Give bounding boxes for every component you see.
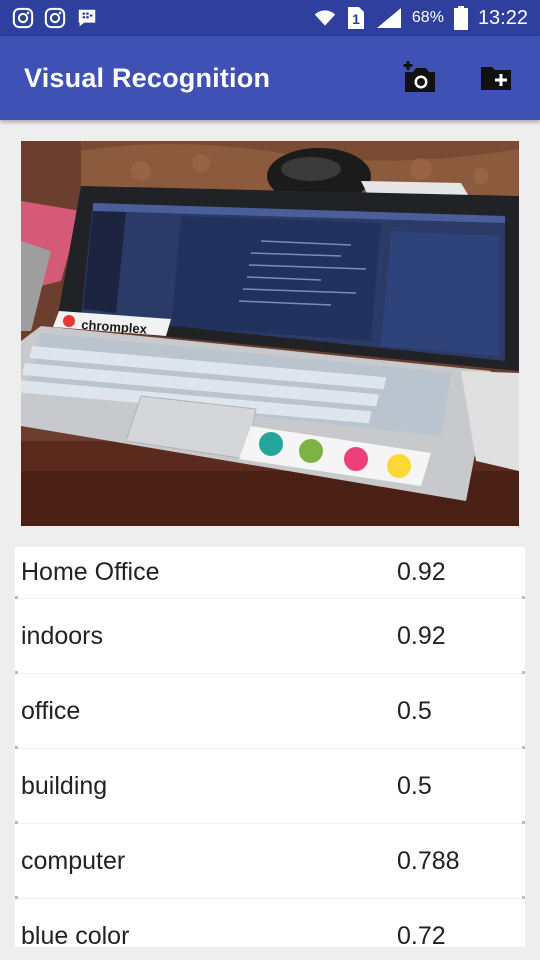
result-label: office — [21, 696, 81, 725]
camera-button[interactable] — [400, 58, 440, 98]
result-score: 0.5 — [397, 696, 432, 725]
sim-number: 1 — [352, 11, 360, 27]
bbm-icon — [76, 7, 98, 29]
app-title: Visual Recognition — [24, 62, 271, 93]
result-score: 0.72 — [397, 921, 446, 948]
result-score: 0.788 — [397, 846, 460, 875]
result-score: 0.5 — [397, 771, 432, 800]
list-item[interactable]: indoors 0.92 — [15, 599, 525, 674]
camera-icon — [403, 61, 435, 92]
status-bar: 1 68% 13:22 — [0, 0, 540, 36]
battery-percent: 68% — [411, 9, 444, 26]
wifi-icon — [314, 7, 336, 29]
result-label: Home Office — [21, 558, 160, 586]
result-label: indoors — [21, 621, 103, 650]
list-item[interactable]: blue color 0.72 — [15, 899, 525, 948]
result-score: 0.92 — [397, 621, 446, 650]
list-item[interactable]: office 0.5 — [15, 674, 525, 749]
signal-icon — [376, 7, 402, 29]
results-list[interactable]: Home Office 0.92 indoors 0.92 office 0.5… — [15, 547, 525, 947]
battery-icon — [453, 6, 468, 30]
add-folder-button[interactable] — [476, 58, 516, 98]
list-item[interactable]: building 0.5 — [15, 749, 525, 824]
sim-icon: 1 — [346, 7, 366, 29]
result-label: computer — [21, 846, 126, 875]
result-label: building — [21, 771, 108, 800]
instagram-icon — [12, 7, 34, 29]
list-item[interactable]: Home Office 0.92 — [15, 547, 525, 599]
list-item[interactable]: computer 0.788 — [15, 824, 525, 899]
instagram-icon — [44, 7, 66, 29]
result-score: 0.92 — [397, 558, 446, 586]
result-label: blue color — [21, 921, 130, 948]
app-bar: Visual Recognition — [0, 36, 540, 120]
add-folder-icon — [481, 67, 511, 90]
clock: 13:22 — [477, 6, 528, 29]
recognized-photo: chromplex — [21, 141, 519, 526]
